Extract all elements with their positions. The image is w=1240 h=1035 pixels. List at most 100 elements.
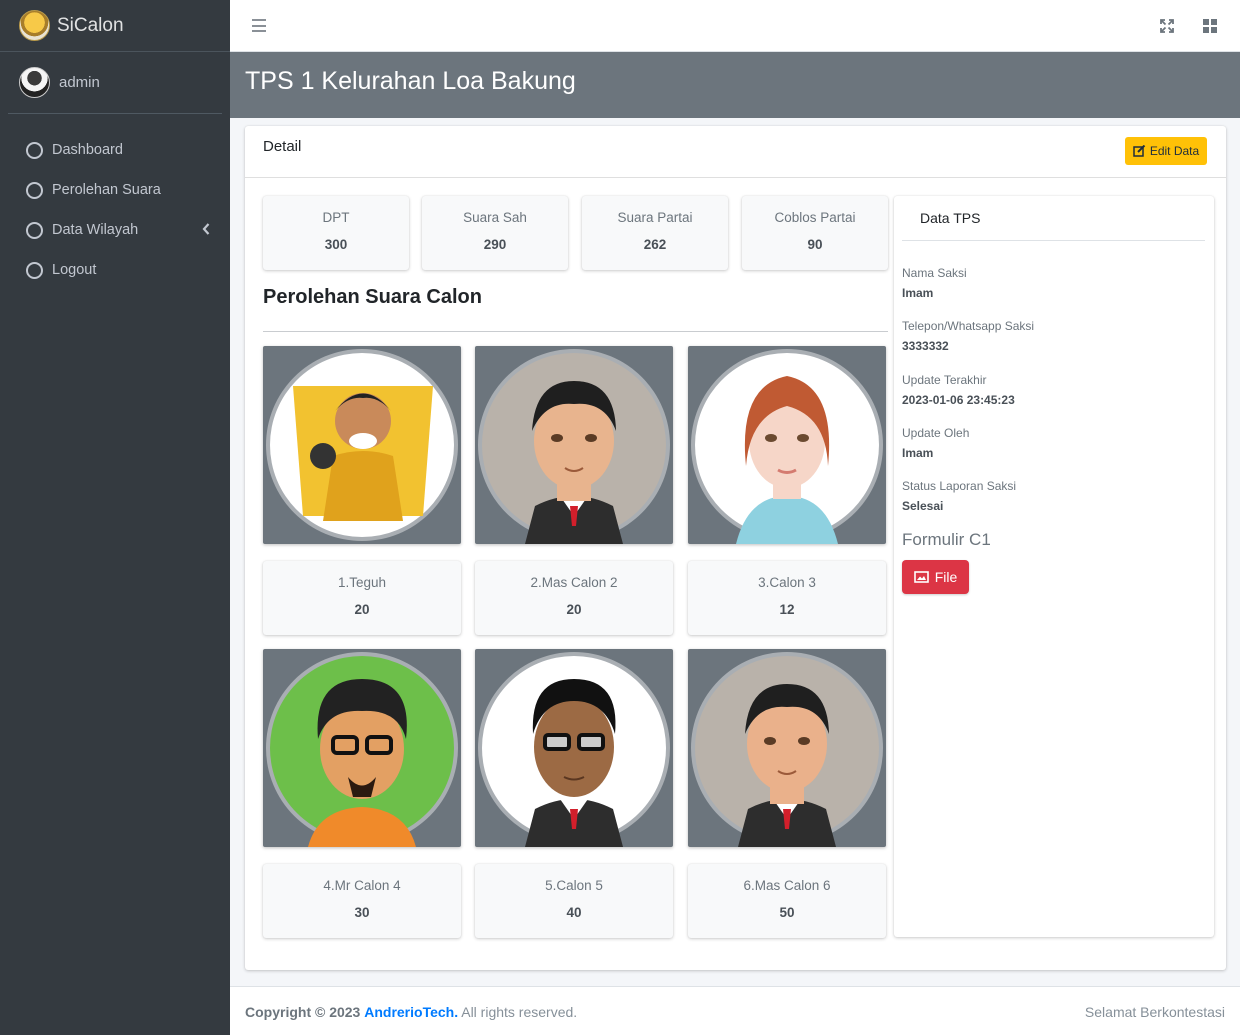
stat-label: Suara Sah [463, 210, 527, 225]
sidebar-item-dashboard[interactable]: Dashboard [8, 130, 222, 170]
menu-toggle-icon[interactable] [252, 19, 266, 32]
field-telepon-saksi: Telepon/Whatsapp Saksi 3333332 [902, 319, 1034, 353]
avatar [691, 349, 883, 544]
edit-data-button[interactable]: Edit Data [1125, 137, 1207, 165]
candidate-votes: 12 [779, 602, 795, 617]
candidate-photo [475, 649, 673, 847]
circle-icon [26, 261, 43, 279]
card-title: Detail [263, 138, 302, 155]
sidebar: SiCalon admin Dashboard Perolehan Suara … [0, 0, 230, 1035]
field-value: 3333332 [902, 339, 949, 353]
brand-logo [19, 10, 50, 41]
field-update-oleh: Update Oleh Imam [902, 426, 969, 460]
sidebar-item-data-wilayah[interactable]: Data Wilayah [8, 210, 222, 250]
user-name[interactable]: admin [59, 74, 100, 91]
tps-title: Data TPS [920, 210, 981, 226]
sidebar-item-label: Dashboard [52, 142, 123, 158]
avatar [478, 349, 670, 544]
sidebar-item-label: Data Wilayah [52, 222, 139, 238]
sidebar-item-label: Perolehan Suara [52, 182, 161, 198]
control-sidebar-icon[interactable] [1203, 19, 1217, 33]
candidate-votes: 50 [779, 905, 795, 920]
candidate-photo [263, 649, 461, 847]
candidate-result: 3.Calon 3 12 [688, 561, 886, 635]
detail-card: Detail Edit Data DPT 300 Suara Sah 290 S… [245, 126, 1226, 970]
image-icon [913, 571, 929, 583]
divider [902, 240, 1205, 241]
field-label: Update Oleh [902, 426, 970, 440]
circle-icon [26, 221, 43, 239]
candidate-result: 6.Mas Calon 6 50 [688, 864, 886, 938]
top-navbar [230, 0, 1240, 52]
candidate-photo [475, 346, 673, 544]
avatar [266, 652, 458, 847]
file-button-label: File [934, 569, 958, 585]
candidate-votes: 20 [354, 602, 370, 617]
rights-text: All rights reserved. [461, 1004, 578, 1020]
field-value: Selesai [902, 499, 944, 513]
avatar [478, 652, 670, 847]
candidate-votes: 30 [354, 905, 370, 920]
company-link[interactable]: AndrerioTech. [364, 1004, 458, 1020]
field-label: Status Laporan Saksi [902, 479, 1017, 493]
candidate-result: 4.Mr Calon 4 30 [263, 864, 461, 938]
candidate-name: 2.Mas Calon 2 [530, 575, 618, 590]
circle-icon [26, 181, 43, 199]
footer-tagline: Selamat Berkontestasi [1084, 1004, 1225, 1020]
section-title: Perolehan Suara Calon [263, 286, 482, 308]
edit-icon [1133, 145, 1146, 157]
sidebar-item-logout[interactable]: Logout [8, 250, 222, 290]
stat-value: 300 [324, 237, 348, 252]
sidebar-nav: Dashboard Perolehan Suara Data Wilayah L… [0, 130, 230, 290]
candidate-result: 2.Mas Calon 2 20 [475, 561, 673, 635]
stat-value: 262 [643, 237, 667, 252]
card-header: Detail Edit Data [245, 126, 1226, 178]
stat-suara-sah: Suara Sah 290 [422, 196, 568, 270]
field-value: 2023-01-06 23:45:23 [902, 393, 1015, 407]
formulir-title: Formulir C1 [902, 530, 991, 549]
sidebar-item-label: Logout [52, 262, 97, 278]
brand-name: SiCalon [57, 14, 124, 36]
circle-icon [26, 141, 43, 159]
sidebar-item-perolehan-suara[interactable]: Perolehan Suara [8, 170, 222, 210]
avatar [266, 349, 458, 541]
candidate-name: 3.Calon 3 [758, 575, 816, 590]
data-tps-card: Data TPS Nama Saksi Imam Telepon/Whatsap… [894, 196, 1214, 937]
stat-dpt: DPT 300 [263, 196, 409, 270]
candidate-name: 4.Mr Calon 4 [323, 878, 401, 893]
candidate-photo [688, 649, 886, 847]
stat-value: 290 [483, 237, 507, 252]
candidate-result: 5.Calon 5 40 [475, 864, 673, 938]
candidate-photo [688, 346, 886, 544]
copyright-text: Copyright © 2023 [245, 1004, 361, 1020]
avatar [19, 67, 50, 98]
chevron-left-icon [202, 223, 210, 235]
fullscreen-icon[interactable] [1160, 19, 1174, 33]
stat-label: DPT [322, 210, 350, 225]
candidate-result: 1.Teguh 20 [263, 561, 461, 635]
field-update-terakhir: Update Terakhir 2023-01-06 23:45:23 [902, 373, 1015, 407]
candidate-photo [263, 346, 461, 544]
user-panel[interactable]: admin [8, 52, 222, 114]
candidate-name: 5.Calon 5 [545, 878, 603, 893]
candidate-name: 6.Mas Calon 6 [743, 878, 831, 893]
edit-data-label: Edit Data [1149, 144, 1200, 158]
avatar [691, 652, 883, 847]
divider [263, 331, 888, 332]
stat-label: Suara Partai [617, 210, 693, 225]
brand-link[interactable]: SiCalon [0, 0, 230, 52]
field-label: Nama Saksi [902, 266, 967, 280]
field-label: Telepon/Whatsapp Saksi [902, 319, 1035, 333]
copyright: Copyright © 2023 AndrerioTech. All right… [245, 1004, 577, 1020]
footer: Copyright © 2023 AndrerioTech. All right… [230, 986, 1240, 1035]
field-value: Imam [902, 286, 934, 300]
file-button[interactable]: File [902, 560, 969, 594]
content-header: TPS 1 Kelurahan Loa Bakung [230, 52, 1240, 118]
field-nama-saksi: Nama Saksi Imam [902, 266, 967, 300]
field-value: Imam [902, 446, 934, 460]
stat-suara-partai: Suara Partai 262 [582, 196, 728, 270]
stat-label: Coblos Partai [774, 210, 856, 225]
candidate-name: 1.Teguh [337, 575, 387, 590]
page-title: TPS 1 Kelurahan Loa Bakung [245, 67, 576, 95]
field-status-laporan: Status Laporan Saksi Selesai [902, 479, 1016, 513]
